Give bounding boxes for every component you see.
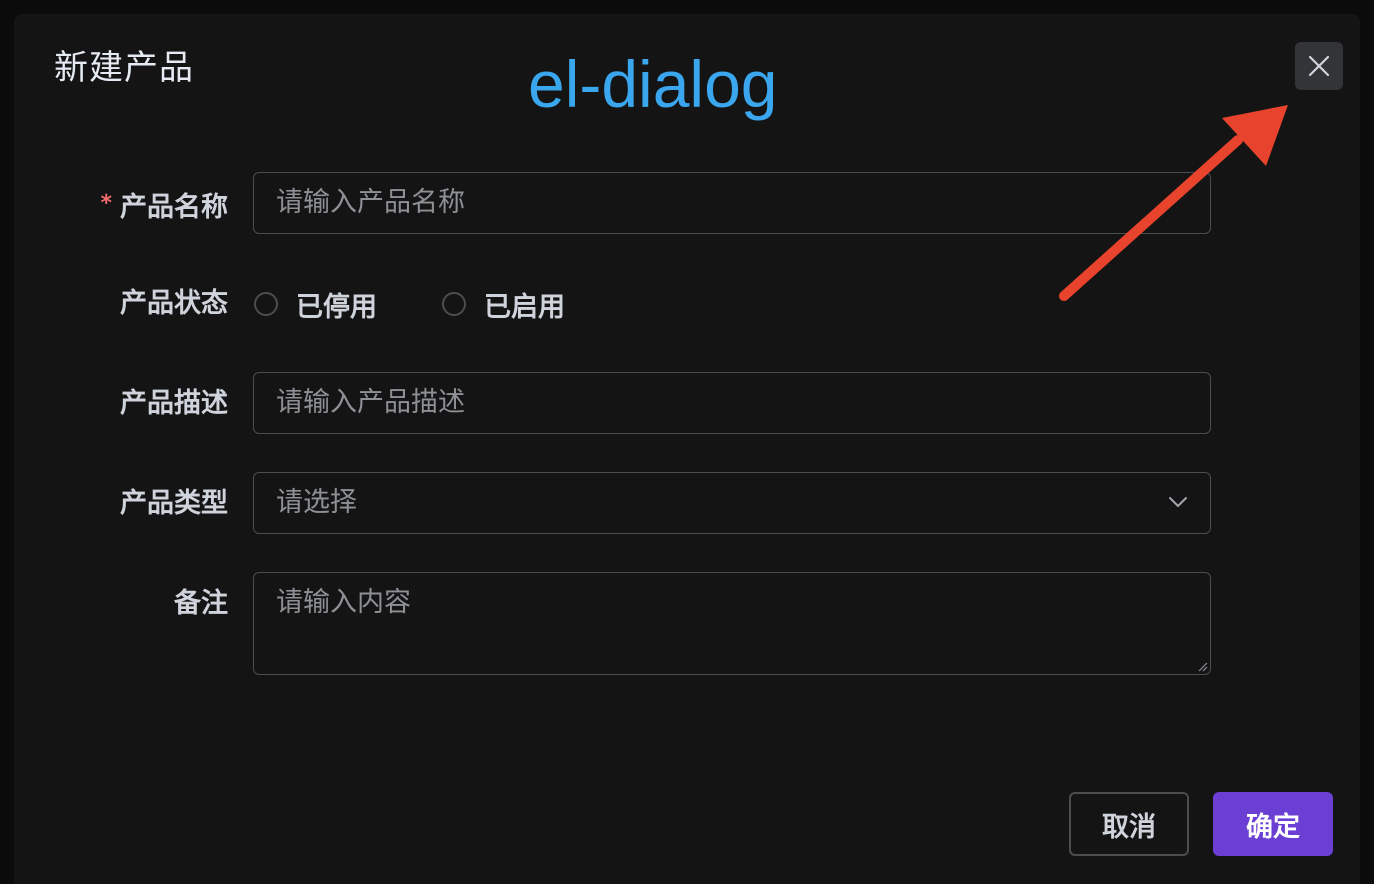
radio-enabled[interactable]: 已启用 <box>441 285 565 324</box>
resize-handle-icon[interactable] <box>1196 660 1208 672</box>
remark-textarea[interactable]: 请输入内容 <box>253 572 1211 675</box>
radio-enabled-label: 已启用 <box>484 291 565 323</box>
name-label: * 产品名称 <box>100 172 228 240</box>
confirm-button[interactable]: 确定 <box>1213 792 1333 856</box>
cancel-button[interactable]: 取消 <box>1069 792 1189 856</box>
dialog-title: 新建产品 <box>54 48 194 88</box>
status-label: 产品状态 <box>120 288 228 319</box>
close-button[interactable] <box>1295 42 1343 90</box>
remark-placeholder: 请输入内容 <box>276 587 411 618</box>
product-description-input[interactable]: 请输入产品描述 <box>253 372 1211 434</box>
product-type-placeholder: 请选择 <box>276 487 357 518</box>
radio-circle[interactable] <box>254 292 278 316</box>
product-type-select[interactable]: 请选择 <box>253 472 1211 534</box>
close-icon <box>1308 55 1330 77</box>
description-label: 产品描述 <box>120 388 228 419</box>
radio-disabled-label: 已停用 <box>296 291 377 323</box>
required-star: * <box>100 191 112 216</box>
product-name-input[interactable]: 请输入产品名称 <box>253 172 1211 234</box>
status-radio-group: 已停用 已启用 <box>253 272 629 336</box>
radio-circle[interactable] <box>442 292 466 316</box>
chevron-down-icon <box>1169 497 1187 507</box>
new-product-dialog: 新建产品 el-dialog * 产品名称 请输入产品名称 产品状态 已停用 已启… <box>14 14 1360 884</box>
type-label: 产品类型 <box>120 488 228 519</box>
radio-disabled[interactable]: 已停用 <box>253 285 377 324</box>
product-description-placeholder: 请输入产品描述 <box>276 387 465 418</box>
name-label-text: 产品名称 <box>120 192 228 223</box>
product-name-placeholder: 请输入产品名称 <box>276 187 465 218</box>
remark-label: 备注 <box>174 588 228 619</box>
annotation-label: el-dialog <box>528 47 778 121</box>
